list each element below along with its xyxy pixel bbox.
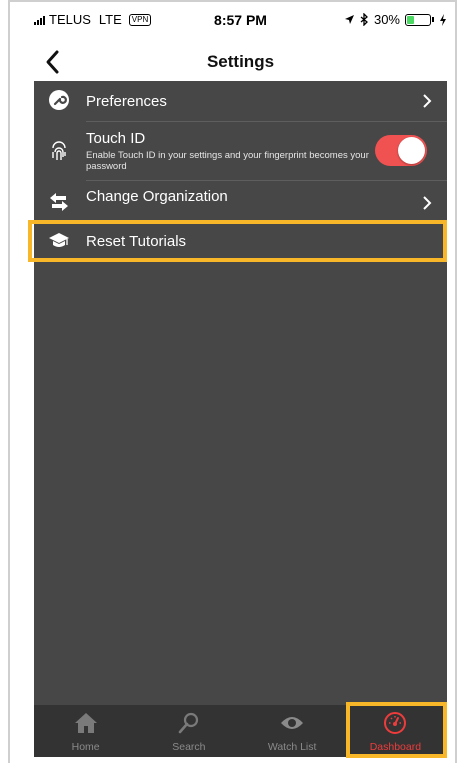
swap-arrows-icon xyxy=(48,191,70,213)
navigation-bar: Settings xyxy=(34,44,447,80)
location-arrow-icon xyxy=(344,15,354,24)
settings-item-change-organization[interactable]: Change Organization xyxy=(34,181,447,221)
tab-watch-list[interactable]: Watch List xyxy=(241,705,344,757)
vpn-badge: VPN xyxy=(128,13,152,26)
touch-id-description: Enable Touch ID in your settings and you… xyxy=(86,150,369,172)
chevron-left-icon xyxy=(46,50,59,74)
status-left: TELUS LTE VPN xyxy=(34,12,152,27)
carrier-label: TELUS xyxy=(49,12,91,27)
home-icon xyxy=(73,710,99,736)
reset-tutorials-label: Reset Tutorials xyxy=(86,233,187,250)
status-bar: TELUS LTE VPN 8:57 PM 30% xyxy=(34,12,447,30)
chevron-right-icon xyxy=(423,196,432,210)
status-right: 30% xyxy=(344,12,447,27)
battery-tip xyxy=(432,17,434,22)
chevron-right-icon xyxy=(423,94,432,108)
change-organization-label: Change Organization xyxy=(86,188,228,205)
touch-id-label: Touch ID xyxy=(86,130,146,147)
back-button[interactable] xyxy=(42,48,64,76)
tab-search-label: Search xyxy=(172,741,206,753)
fingerprint-icon xyxy=(48,140,70,162)
graduation-cap-icon xyxy=(48,230,70,252)
tab-watch-list-label: Watch List xyxy=(267,741,317,753)
settings-list: Preferences Touch ID Enable Touch ID in … xyxy=(34,81,447,705)
battery-fill xyxy=(407,15,414,24)
settings-item-reset-tutorials[interactable]: Reset Tutorials xyxy=(34,222,447,260)
screenshot-frame-top xyxy=(8,0,457,2)
settings-item-preferences[interactable]: Preferences xyxy=(34,81,447,121)
tab-home[interactable]: Home xyxy=(34,705,137,757)
toggle-knob xyxy=(398,137,425,164)
eye-icon xyxy=(279,710,305,736)
search-icon xyxy=(176,710,202,736)
touch-id-toggle[interactable] xyxy=(375,135,427,166)
charging-bolt-icon xyxy=(440,13,446,26)
battery-icon xyxy=(405,13,431,26)
tab-home-label: Home xyxy=(71,741,100,753)
tab-dashboard[interactable]: Dashboard xyxy=(344,705,447,757)
screenshot-frame-left xyxy=(8,0,10,763)
network-label: LTE xyxy=(98,12,122,27)
bluetooth-icon xyxy=(360,13,368,26)
page-title: Settings xyxy=(206,52,275,71)
tab-search[interactable]: Search xyxy=(137,705,240,757)
speedometer-icon xyxy=(382,710,408,736)
tab-bar: Home Search Watch List Dashboard xyxy=(34,705,447,757)
tab-dashboard-label: Dashboard xyxy=(369,741,422,753)
signal-icon xyxy=(34,15,45,25)
wrench-icon xyxy=(48,89,70,111)
preferences-label: Preferences xyxy=(86,93,167,110)
battery-percent: 30% xyxy=(373,12,400,27)
